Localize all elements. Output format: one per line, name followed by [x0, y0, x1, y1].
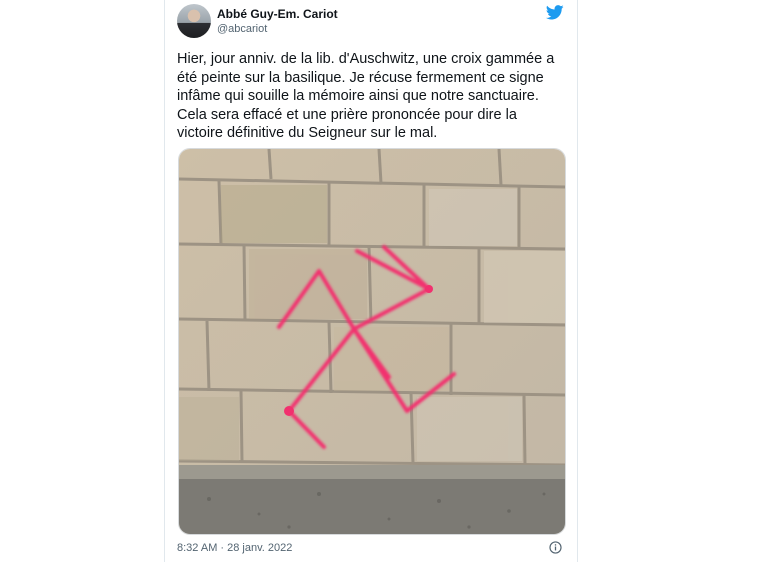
tweet-text: Hier, jour anniv. de la lib. d'Auschwitz… — [177, 51, 555, 142]
twitter-bird-icon[interactable] — [546, 5, 564, 20]
tweet-card: Abbé Guy-Em. Cariot @abcariot Hier, jour… — [164, 0, 578, 562]
author-name[interactable]: Abbé Guy-Em. Cariot — [217, 7, 338, 21]
wall-photo-image — [179, 149, 565, 534]
info-icon[interactable] — [549, 541, 562, 554]
tweet-photo[interactable] — [178, 148, 566, 535]
tweet-timestamp[interactable]: 8:32 AM · 28 janv. 2022 — [177, 542, 292, 554]
author-handle[interactable]: @abcariot — [217, 23, 267, 35]
avatar[interactable] — [177, 4, 211, 38]
